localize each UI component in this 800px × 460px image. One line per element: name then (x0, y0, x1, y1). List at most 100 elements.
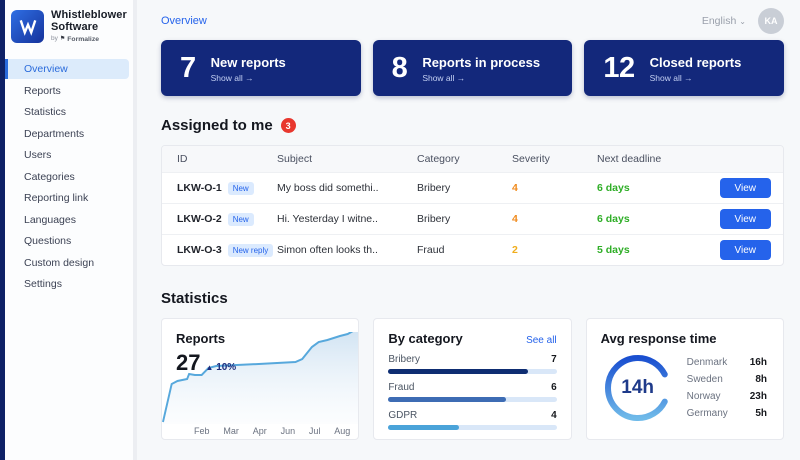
category-label: Bribery (388, 354, 420, 365)
report-category: Fraud (417, 244, 512, 256)
table-header: ID Subject Category Severity Next deadli… (162, 146, 783, 172)
status-badge: New (228, 182, 254, 195)
legend-row: Denmark 16h (687, 357, 767, 368)
sidebar-item-settings[interactable]: Settings (5, 274, 133, 294)
legend-row: Germany 5h (687, 408, 767, 419)
reports-card-title: Reports (176, 331, 344, 346)
report-severity: 4 (512, 213, 597, 225)
bar-track (388, 397, 556, 402)
response-center-value: 14h (601, 351, 675, 425)
category-value: 7 (551, 354, 557, 365)
stat-value: 7 (180, 52, 196, 85)
sidebar-item-reporting-link[interactable]: Reporting link (5, 188, 133, 208)
report-subject: Hi. Yesterday I witne.. (277, 213, 417, 225)
brand-byline: by ⚑ Formalize (51, 36, 127, 43)
trend-up-icon: ▲ (205, 363, 213, 372)
app-logo[interactable]: Whistleblower Software by ⚑ Formalize (5, 0, 133, 49)
trend-delta: 10% (216, 362, 236, 373)
response-donut-chart: 14h (601, 351, 675, 425)
byline-company: Formalize (67, 36, 99, 43)
chevron-down-icon: ⌄ (739, 17, 746, 26)
month-tick: Mar (223, 426, 239, 436)
legend-value: 16h (750, 357, 767, 368)
report-severity: 4 (512, 182, 597, 194)
byline-by: by (51, 36, 58, 43)
assigned-table: ID Subject Category Severity Next deadli… (161, 145, 784, 266)
legend-country: Norway (687, 391, 721, 402)
legend-country: Sweden (687, 374, 723, 385)
category-bar-row: GDPR 4 (388, 410, 556, 430)
stat-label: Reports in process (422, 55, 540, 70)
bar-track (388, 369, 556, 374)
view-button[interactable]: View (720, 209, 772, 229)
sidebar-item-questions[interactable]: Questions (5, 231, 133, 251)
show-all-link[interactable]: Show all → (211, 73, 286, 83)
breadcrumb[interactable]: Overview (161, 15, 207, 27)
category-value: 4 (551, 410, 557, 421)
stat-cards-row: 7 New reports Show all → 8 Reports in pr… (161, 40, 784, 96)
language-label: English (702, 15, 736, 27)
statistics-section-header: Statistics (161, 290, 784, 307)
topbar-right: English ⌄ KA (702, 8, 784, 34)
response-card-title: Avg response time (601, 331, 769, 346)
sidebar-item-departments[interactable]: Departments (5, 124, 133, 144)
stat-label: Closed reports (650, 55, 742, 70)
month-tick: Apr (253, 426, 267, 436)
sidebar-item-languages[interactable]: Languages (5, 210, 133, 230)
sidebar-item-overview[interactable]: Overview (5, 59, 129, 79)
see-all-link[interactable]: See all (526, 335, 557, 346)
month-tick: Jun (281, 426, 296, 436)
statistics-cards-row: Reports 27 ▲ 10% (161, 318, 784, 440)
avatar[interactable]: KA (758, 8, 784, 34)
main-content: Overview English ⌄ KA 7 New reports Show… (141, 0, 800, 460)
sidebar-nav: Overview Reports Statistics Departments … (5, 59, 133, 294)
sidebar-item-users[interactable]: Users (5, 145, 133, 165)
stat-value: 12 (603, 52, 634, 85)
status-badge: New (228, 213, 254, 226)
sidebar-item-custom-design[interactable]: Custom design (5, 253, 133, 273)
category-bar-row: Fraud 6 (388, 382, 556, 402)
month-axis: Feb Mar Apr Jun Jul Aug (194, 426, 350, 436)
category-label: Fraud (388, 382, 414, 393)
show-all-link[interactable]: Show all → (650, 73, 742, 83)
category-label: GDPR (388, 410, 417, 421)
category-value: 6 (551, 382, 557, 393)
brand-line1: Whistleblower (51, 10, 127, 22)
view-button[interactable]: View (720, 240, 772, 260)
bar-track (388, 425, 556, 430)
report-category: Bribery (417, 182, 512, 194)
sidebar: Whistleblower Software by ⚑ Formalize Ov… (5, 0, 137, 460)
col-deadline: Next deadline (597, 153, 707, 165)
stat-value: 8 (392, 52, 408, 85)
stat-card-closed-reports[interactable]: 12 Closed reports Show all → (584, 40, 784, 96)
month-tick: Feb (194, 426, 210, 436)
assigned-count-badge: 3 (281, 118, 296, 133)
report-id: LKW-O-3 New reply (177, 244, 277, 257)
sidebar-item-categories[interactable]: Categories (5, 167, 133, 187)
show-all-link[interactable]: Show all → (422, 73, 540, 83)
report-deadline: 6 days (597, 182, 707, 194)
report-severity: 2 (512, 244, 597, 256)
legend-country: Germany (687, 408, 728, 419)
bar-fill (388, 425, 459, 430)
topbar: Overview English ⌄ KA (161, 0, 784, 36)
brand-line2: Software (51, 22, 127, 34)
report-deadline: 5 days (597, 244, 707, 256)
col-subject: Subject (277, 153, 417, 165)
language-dropdown[interactable]: English ⌄ (702, 15, 746, 27)
view-button[interactable]: View (720, 178, 772, 198)
trend-indicator: ▲ 10% (205, 362, 236, 373)
report-subject: My boss did somethi.. (277, 182, 417, 194)
stat-card-new-reports[interactable]: 7 New reports Show all → (161, 40, 361, 96)
sidebar-item-statistics[interactable]: Statistics (5, 102, 133, 122)
legend-value: 8h (755, 374, 767, 385)
category-card-title: By category (388, 331, 462, 346)
sidebar-item-reports[interactable]: Reports (5, 81, 133, 101)
stat-card-reports-in-process[interactable]: 8 Reports in process Show all → (373, 40, 573, 96)
report-id: LKW-O-2 New (177, 213, 277, 226)
reports-total: 27 (176, 350, 200, 376)
month-tick: Aug (334, 426, 350, 436)
table-row: LKW-O-1 New My boss did somethi.. Briber… (162, 172, 783, 203)
legend-value: 23h (750, 391, 767, 402)
bar-fill (388, 369, 528, 374)
